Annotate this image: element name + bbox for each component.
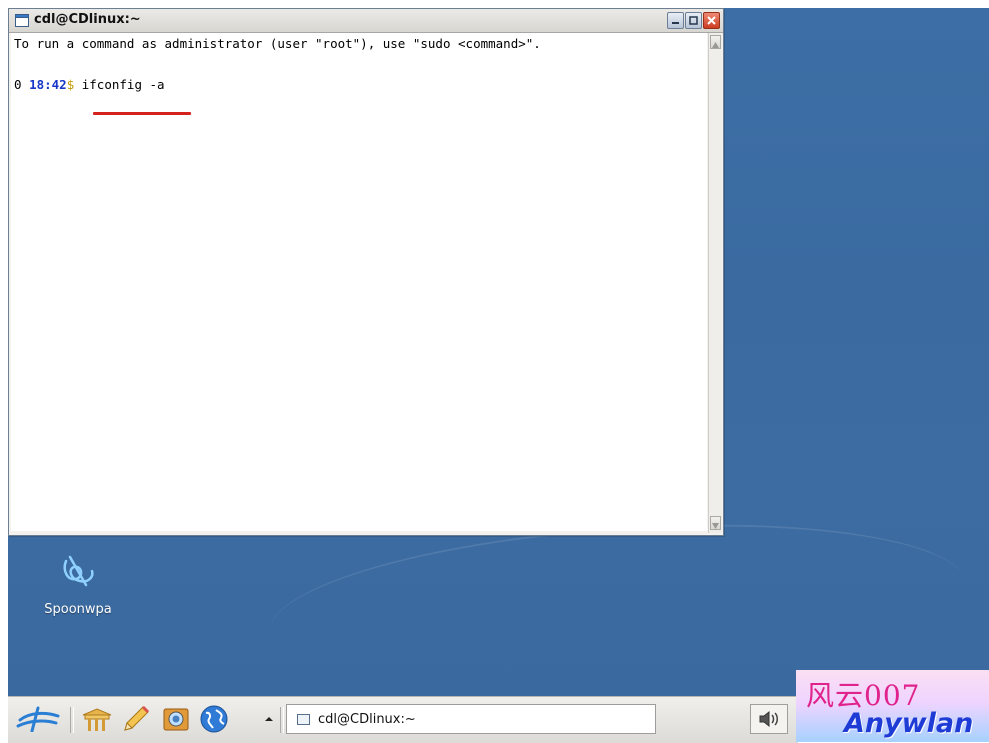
window-icon [297,713,310,725]
close-icon [707,16,716,25]
taskbar-window-label: cdl@CDlinux:~ [318,711,416,727]
window-title: cdl@CDlinux:~ [34,12,141,27]
watermark-text-en: Anywlan [844,708,974,739]
taskbar-separator [70,707,74,733]
watermark: 风云007 Anywlan [796,670,989,742]
taskbar: cdl@CDlinux:~ [8,696,798,743]
prompt-time: 18:42 [29,77,67,92]
terminal-line-info: To run a command as administrator (user … [14,36,541,51]
scroll-up-button[interactable] [710,35,721,49]
maximize-icon [689,16,698,25]
terminal-app-icon [15,14,29,27]
desktop-icon-spoonwpa[interactable]: Spoonwpa [38,546,118,617]
terminal-output[interactable]: To run a command as administrator (user … [11,33,707,531]
terminal-command: ifconfig -a [74,77,165,92]
speaker-icon [759,710,778,728]
taskbar-separator [280,707,284,733]
arrow-up-icon [712,42,719,48]
taskbar-window-button[interactable]: cdl@CDlinux:~ [286,704,656,734]
menu-icon [16,706,60,732]
file-manager-icon [82,708,112,731]
volume-button[interactable] [750,704,788,734]
menu-button[interactable] [14,703,64,735]
prompt-status: 0 [14,77,30,92]
chevron-up-icon [265,717,273,721]
terminal-prompt-line: 0 18:42$ ifconfig -a [14,77,165,93]
browser-icon [200,705,228,733]
close-button[interactable] [703,12,720,29]
arrow-down-icon [712,523,719,529]
command-highlight-underline [93,112,191,115]
file-manager-launcher[interactable] [78,703,116,735]
screenshot-icon [163,708,189,731]
terminal-window[interactable]: cdl@CDlinux:~ To run a command as admini… [8,8,724,536]
text-editor-icon [124,705,150,731]
text-editor-launcher[interactable] [118,703,154,735]
minimize-button[interactable] [667,12,684,29]
launcher-overflow-button[interactable] [262,703,276,735]
minimize-icon [672,22,679,24]
vertical-scrollbar[interactable] [708,33,722,533]
maximize-button[interactable] [685,12,702,29]
scroll-down-button[interactable] [710,516,721,530]
browser-launcher[interactable] [196,703,232,735]
desktop-icon-label: Spoonwpa [44,602,112,617]
screenshot-launcher[interactable] [158,703,194,735]
spoonwpa-icon [38,546,118,596]
title-bar[interactable]: cdl@CDlinux:~ [9,9,723,33]
